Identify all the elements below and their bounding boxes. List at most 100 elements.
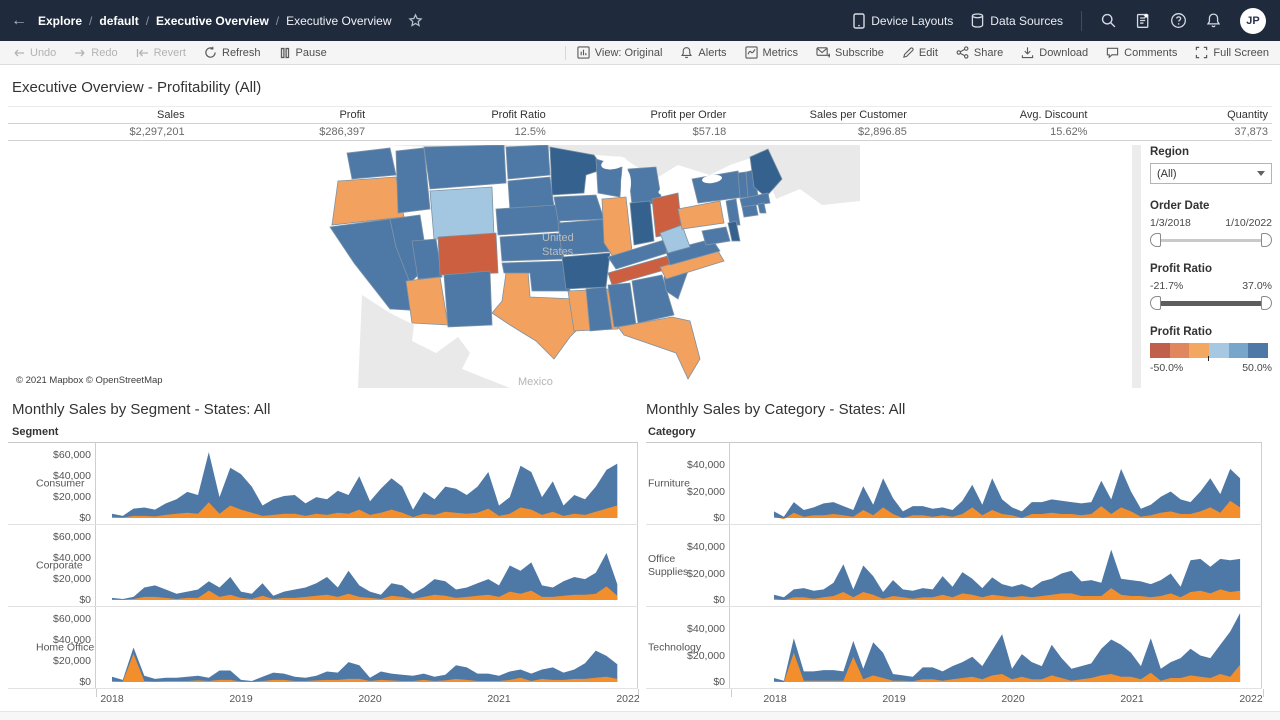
color-legend-bar[interactable] [1150,343,1268,358]
region-dropdown[interactable]: (All) [1150,163,1272,184]
kpi-label: Profit [189,107,370,123]
slider-track[interactable] [1153,239,1269,242]
state-CT[interactable] [742,205,758,217]
state-IN[interactable] [630,201,654,245]
order-date-min: 1/3/2018 [1150,217,1191,229]
edit-button[interactable]: Edit [893,47,947,59]
kpi-label: Avg. Discount [911,107,1092,123]
view-original-button[interactable]: View: Original [568,46,672,59]
area-chart-marks[interactable] [96,607,637,688]
alerts-label: Alerts [698,47,726,59]
data-sources-button[interactable]: Data Sources [971,13,1063,28]
page-title: Executive Overview - Profitability (All) [12,79,261,96]
y-axis-tick: $0 [79,594,91,606]
database-icon [971,13,984,28]
x-axis-year-label: 2022 [1239,693,1262,705]
state-CO[interactable] [438,233,498,275]
state-ND[interactable] [506,145,550,179]
segment-chart-xaxis: 20182019202020212022 [8,689,638,709]
data-sources-label: Data Sources [990,14,1063,28]
download-label: Download [1039,47,1088,59]
state-WY[interactable] [430,187,494,239]
state-WA[interactable] [347,148,396,179]
profit-ratio-min: -21.7% [1150,280,1183,292]
revert-button[interactable]: Revert [127,47,195,59]
notifications-bell-icon[interactable] [1205,12,1222,29]
subscribe-button[interactable]: Subscribe [807,46,893,59]
state-IA[interactable] [554,195,604,221]
undo-button[interactable]: Undo [4,47,65,59]
pause-button[interactable]: Pause [270,47,336,59]
y-axis-tick: $20,000 [687,650,725,662]
metrics-label: Metrics [763,47,798,59]
kpi-value: $2,297,201 [8,124,189,140]
user-avatar[interactable]: JP [1240,8,1266,34]
breadcrumb-view[interactable]: Executive Overview [286,14,391,28]
release-notes-icon[interactable] [1135,12,1152,29]
slider-handle-right[interactable] [1261,233,1272,247]
area-chart-marks[interactable] [96,525,637,606]
legend-color-step [1170,343,1190,358]
search-icon[interactable] [1100,12,1117,29]
area-chart-marks[interactable] [730,525,1261,606]
breadcrumb-project[interactable]: default [99,14,138,28]
undo-label: Undo [30,47,56,59]
refresh-label: Refresh [222,47,261,59]
y-axis-tick: $0 [713,594,725,606]
state-AR[interactable] [562,253,610,289]
slider-handle-left[interactable] [1150,296,1161,310]
us-states-map[interactable]: UnitedStatesMexico [10,145,1141,388]
y-axis-tick: $0 [79,676,91,688]
area-chart-marks[interactable] [730,607,1261,688]
state-NE[interactable] [496,205,562,235]
fullscreen-button[interactable]: Full Screen [1186,46,1278,59]
x-axis-year-label: 2018 [763,693,786,705]
order-date-slider[interactable] [1150,233,1272,247]
kpi-value-row: $2,297,201 $286,397 12.5% $57.18 $2,896.… [8,124,1272,141]
toolbar-right-group: View: Original Alerts Metrics Subscribe … [563,46,1280,60]
legend-color-step [1209,343,1229,358]
breadcrumb-explore[interactable]: Explore [38,14,82,28]
favorite-star-icon[interactable] [408,13,423,28]
help-icon[interactable] [1170,12,1187,29]
profit-ratio-slider[interactable] [1150,296,1272,310]
back-arrow-icon[interactable]: ← [0,12,38,30]
state-OR[interactable] [332,177,404,225]
metrics-button[interactable]: Metrics [736,46,807,59]
kpi-label: Sales [8,107,189,123]
mexico-map-label: Mexico [518,376,553,388]
x-axis-year-label: 2019 [882,693,905,705]
chart-row: Furniture$0$20,000$40,000 [646,443,1262,525]
alerts-button[interactable]: Alerts [671,46,735,59]
breadcrumb-workbook[interactable]: Executive Overview [156,14,269,28]
category-chart-title: Monthly Sales by Category - States: All [646,401,905,418]
area-chart-marks[interactable] [96,443,637,524]
share-button[interactable]: Share [947,46,1012,59]
state-ID[interactable] [396,148,430,213]
comments-button[interactable]: Comments [1097,46,1186,59]
y-axis-tick: $20,000 [53,491,91,503]
state-NM[interactable] [444,271,492,327]
redo-button[interactable]: Redo [65,47,126,59]
x-axis-year-label: 2022 [616,693,639,705]
share-label: Share [974,47,1003,59]
y-axis-tick: $20,000 [687,568,725,580]
state-MT[interactable] [424,145,506,189]
profitability-choropleth-map[interactable]: UnitedStatesMexico © 2021 Mapbox © OpenS… [10,145,1141,388]
svg-text:States: States [542,246,574,258]
chart-row: Consumer$0$20,000$40,000$60,000 [8,443,638,525]
area-chart-marks[interactable] [730,443,1261,524]
slider-handle-right[interactable] [1261,296,1272,310]
y-axis-tick: $40,000 [687,623,725,635]
chart-row: Corporate$0$20,000$40,000$60,000 [8,525,638,607]
download-button[interactable]: Download [1012,46,1097,59]
bottom-scroll-strip[interactable] [0,711,1280,720]
slider-handle-left[interactable] [1150,233,1161,247]
legend-max: 50.0% [1242,362,1272,374]
kpi-strip: Sales Profit Profit Ratio Profit per Ord… [8,106,1272,141]
slider-track[interactable] [1153,301,1269,306]
chart-row: Office Supplies$0$20,000$40,000 [646,525,1262,607]
refresh-button[interactable]: Refresh [195,46,270,59]
phone-icon [853,13,865,29]
device-layouts-button[interactable]: Device Layouts [853,13,953,29]
